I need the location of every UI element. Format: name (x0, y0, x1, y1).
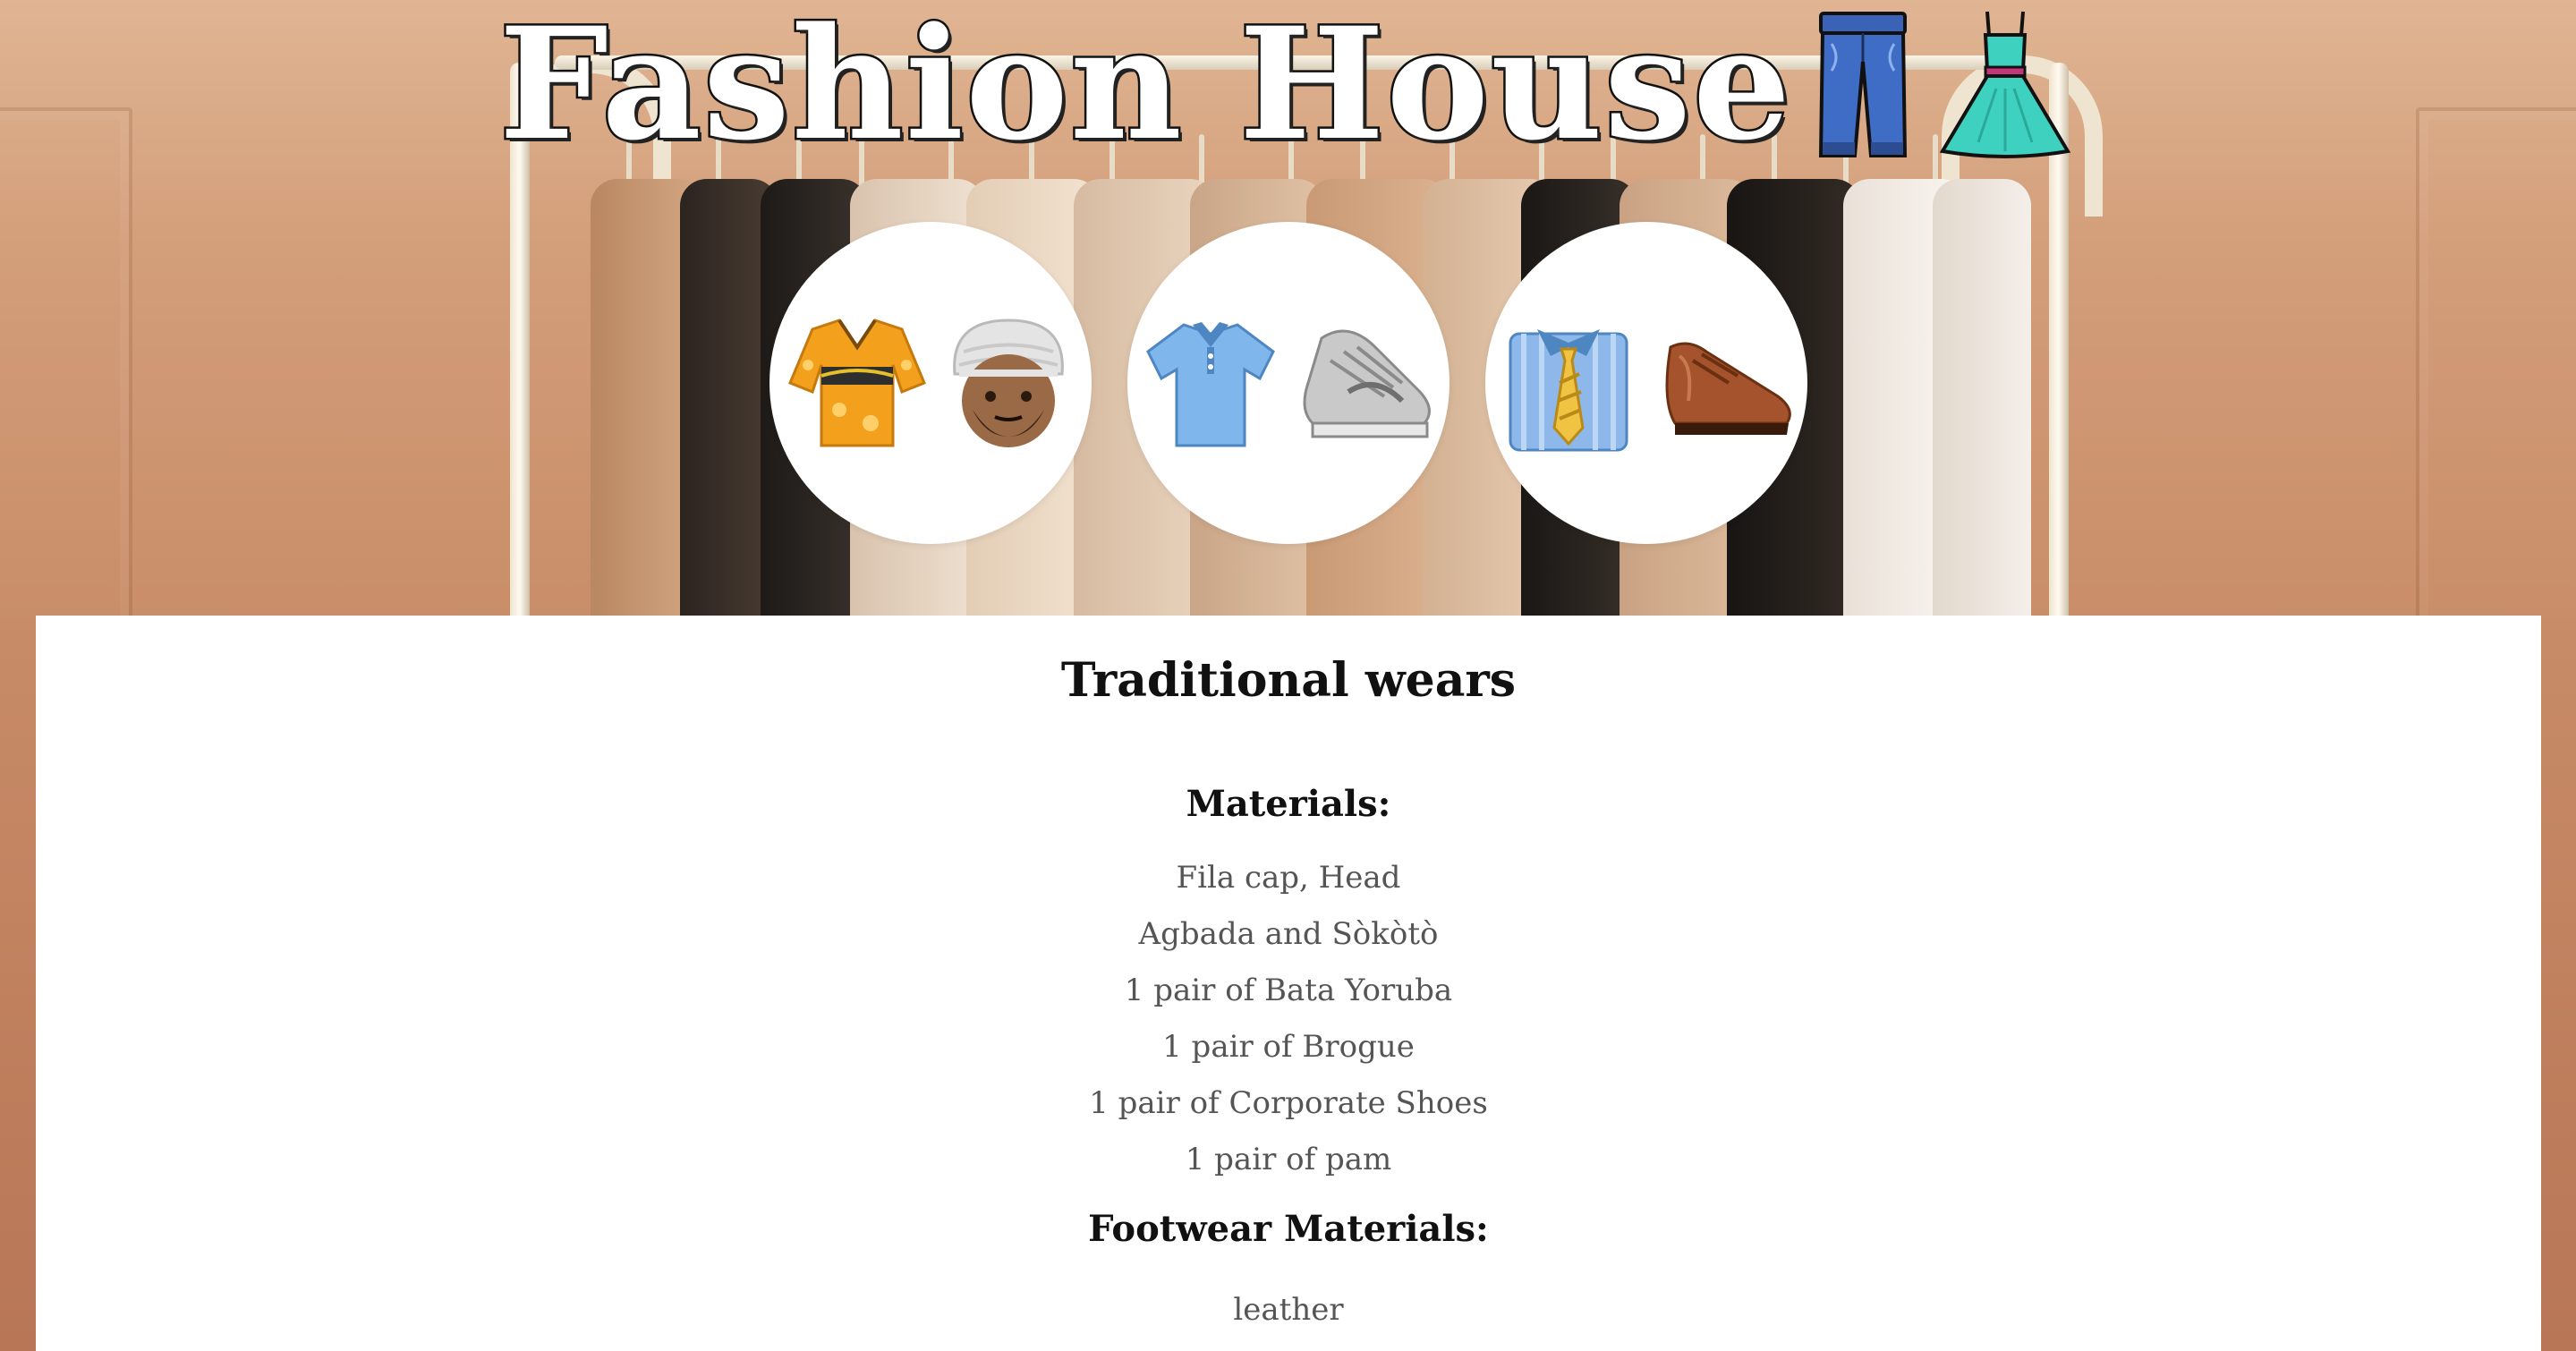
dress-shoe-icon (1653, 311, 1796, 455)
circle-casual[interactable] (1126, 222, 1450, 544)
list-item: 1 pair of Bata Yoruba (1124, 973, 1453, 1008)
footwear-heading: Footwear Materials: (1088, 1208, 1489, 1250)
materials-list: Fila cap, Head Agbada and Sòkòtò 1 pair … (36, 850, 2541, 1188)
circle-corporate[interactable] (1484, 222, 1807, 544)
polo-shirt-icon (1139, 311, 1282, 455)
site-title: Fashion House (497, 0, 1793, 174)
dress-icon (1934, 8, 2077, 160)
person-with-turban-icon (941, 311, 1075, 455)
list-item: leather (1233, 1292, 1344, 1328)
section-title: Traditional wears (1060, 653, 1517, 708)
list-item: 1 pair of Brogue (1162, 1029, 1415, 1065)
list-item: 1 pair of pam (1185, 1142, 1392, 1177)
kimono-icon (786, 311, 929, 455)
materials-heading: Materials: (1186, 783, 1391, 825)
footwear-list: leather (36, 1282, 2541, 1338)
circle-traditional[interactable] (769, 222, 1092, 544)
category-circles (0, 222, 2576, 544)
list-item: Agbada and Sòkòtò (1138, 916, 1439, 952)
sneaker-icon (1295, 311, 1438, 455)
site-header: Fashion House (0, 0, 2576, 174)
shirt-and-tie-icon (1497, 311, 1640, 455)
list-item: 1 pair of Corporate Shoes (1089, 1085, 1488, 1121)
list-item: Fila cap, Head (1176, 860, 1401, 896)
jeans-icon (1814, 8, 1912, 160)
content-card: Traditional wears Materials: Fila cap, H… (36, 616, 2541, 1351)
